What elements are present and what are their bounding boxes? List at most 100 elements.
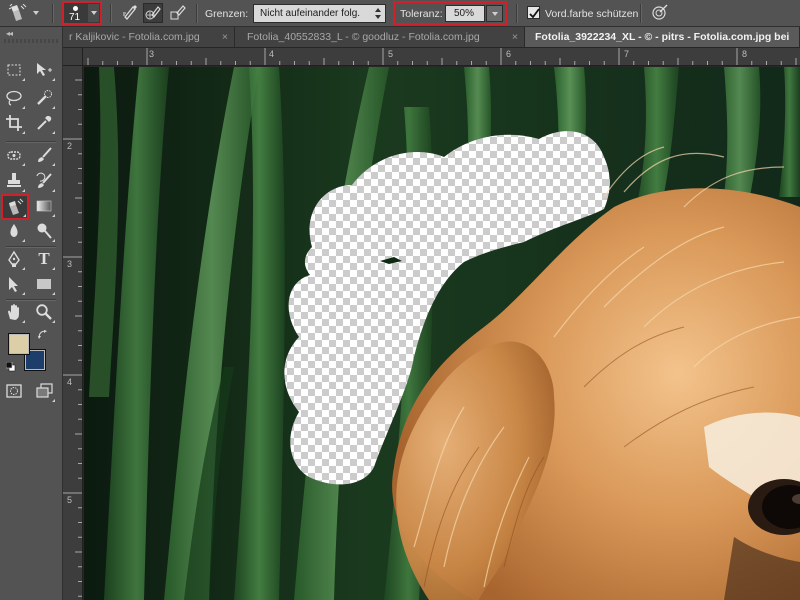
divider (640, 4, 641, 23)
blur-tool[interactable] (2, 219, 26, 243)
gradient-icon (36, 200, 52, 212)
divider (516, 4, 517, 23)
brush-dropdown-button[interactable] (88, 4, 99, 22)
divider (52, 4, 53, 23)
sampling-once-icon (144, 3, 162, 24)
screen-mode-button[interactable] (32, 379, 56, 403)
quick-mask-button[interactable] (2, 379, 26, 403)
crop-tool[interactable] (2, 111, 26, 135)
brush-tip-icon (73, 6, 78, 11)
tolerance-value: 50% (454, 8, 475, 19)
panel-grip[interactable] (4, 39, 58, 43)
close-icon[interactable]: × (512, 31, 518, 43)
dodge-tool[interactable] (32, 219, 56, 243)
document-tab-active[interactable]: Fotolia_3922234_XL - © - pitrs - Fotolia… (525, 27, 800, 47)
path-selection-icon (9, 277, 18, 292)
background-eraser-icon (9, 198, 24, 215)
path-selection-tool[interactable] (2, 272, 26, 296)
quick-selection-tool[interactable] (32, 86, 56, 110)
brush-size-value: 71 (69, 12, 81, 23)
ruler-number: 4 (269, 49, 275, 59)
limits-label: Grenzen: (205, 8, 249, 20)
hand-tool[interactable] (2, 300, 26, 324)
spot-healing-icon (7, 151, 21, 160)
ruler-number: 6 (506, 49, 512, 59)
pen-pressure-icon (651, 3, 669, 24)
type-icon: T (38, 249, 50, 268)
brush-tool[interactable] (32, 143, 56, 167)
foreground-color-swatch[interactable] (8, 333, 30, 355)
zoom-tool[interactable] (32, 300, 56, 324)
quick-selection-icon (37, 90, 52, 105)
screen-mode-icon (36, 383, 53, 398)
limits-select-value: Nicht aufeinander folg. (260, 8, 361, 19)
swap-colors-icon[interactable] (38, 330, 48, 340)
sampling-background-swatch-icon (169, 3, 187, 24)
document-canvas[interactable] (84, 67, 800, 600)
ruler-number: 7 (624, 49, 630, 59)
type-tool[interactable]: T (32, 247, 56, 271)
limits-select[interactable]: Nicht aufeinander folg. (253, 4, 386, 23)
divider (196, 4, 197, 23)
divider (6, 141, 56, 142)
brush-preset-picker[interactable]: 71 (62, 1, 102, 25)
pen-tool[interactable] (2, 247, 26, 271)
history-brush-tool[interactable] (32, 169, 56, 193)
divider (110, 4, 111, 23)
sampling-once-button[interactable] (143, 3, 163, 23)
options-bar: 71 Grenzen: Nicht aufeinander folg. Tole… (0, 0, 800, 27)
pen-pressure-button[interactable] (650, 3, 670, 23)
quick-mask-icon (6, 384, 22, 398)
dodge-icon (37, 223, 52, 239)
toolbox: ◂◂ T (0, 27, 63, 600)
protect-foreground-checkbox[interactable] (527, 6, 540, 19)
rectangular-marquee-tool[interactable] (2, 58, 26, 82)
vertical-ruler[interactable]: 2 3 4 5 (63, 66, 83, 600)
protect-foreground-label: Vord.farbe schützen (545, 8, 639, 20)
document-tab-bar: r Kaljikovic - Fotolia.com.jpg × Fotolia… (63, 27, 800, 48)
horizontal-ruler[interactable]: 3 4 5 6 7 8 (83, 48, 800, 66)
chevron-down-icon (90, 11, 97, 15)
sampling-background-swatch-button[interactable] (168, 3, 188, 23)
tolerance-control: Toleranz: 50% (393, 1, 507, 25)
document-tab-label: r Kaljikovic - Fotolia.com.jpg (69, 31, 200, 43)
ruler-number: 2 (67, 141, 73, 151)
collapse-panel-icon[interactable]: ◂◂ (6, 29, 13, 38)
ruler-number: 3 (149, 49, 155, 59)
gradient-tool[interactable] (32, 194, 56, 218)
clone-stamp-tool[interactable] (2, 169, 26, 193)
default-colors-icon[interactable] (5, 361, 16, 372)
move-icon (37, 63, 52, 76)
tool-preset-picker[interactable] (8, 3, 40, 23)
sampling-continuous-button[interactable] (120, 3, 140, 23)
tolerance-label: Toleranz: (400, 8, 443, 20)
brush-icon (38, 147, 52, 162)
lasso-icon (6, 90, 22, 106)
background-eraser-tool[interactable] (1, 194, 29, 220)
ruler-origin[interactable] (63, 48, 83, 66)
pen-icon (8, 250, 20, 267)
spot-healing-tool[interactable] (2, 143, 26, 167)
rectangle-shape-tool[interactable] (32, 272, 56, 296)
zoom-icon (36, 304, 52, 320)
clone-stamp-icon (7, 173, 21, 187)
document-tab-label: Fotolia_3922234_XL - © - pitrs - Fotolia… (535, 31, 790, 43)
document-tab[interactable]: r Kaljikovic - Fotolia.com.jpg × (63, 27, 235, 47)
hand-icon (8, 304, 19, 320)
chevron-down-icon (491, 11, 498, 16)
close-icon[interactable]: × (222, 31, 228, 43)
tolerance-slider-button[interactable] (486, 5, 503, 22)
history-brush-icon (36, 172, 52, 188)
sampling-continuous-icon (121, 3, 139, 24)
lasso-tool[interactable] (2, 86, 26, 110)
eyedropper-icon (37, 116, 52, 130)
tolerance-input[interactable]: 50% (445, 5, 485, 22)
eyedropper-tool[interactable] (32, 111, 56, 135)
ruler-number: 4 (67, 377, 73, 387)
ruler-number: 3 (67, 259, 73, 269)
ruler-number: 5 (388, 49, 394, 59)
blur-icon (10, 224, 18, 237)
document-tab[interactable]: Fotolia_40552833_L - © goodluz - Fotolia… (235, 27, 525, 47)
rectangle-shape-icon (37, 279, 51, 289)
move-tool[interactable] (32, 58, 56, 82)
